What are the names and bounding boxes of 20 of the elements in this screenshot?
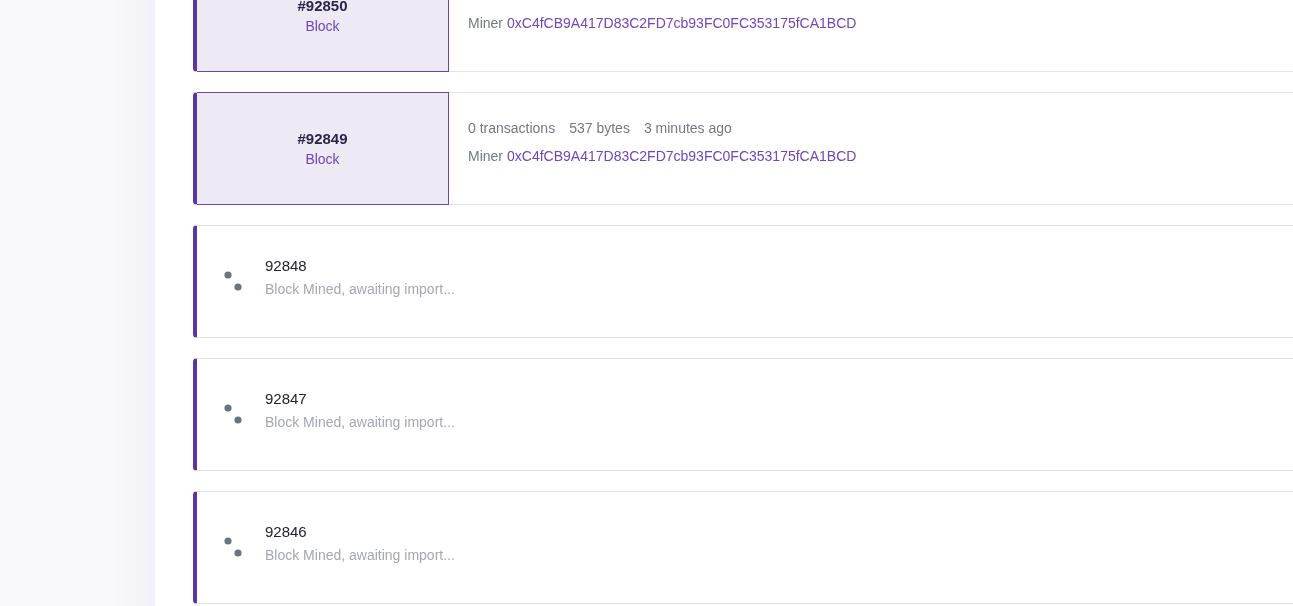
block-number: 92847 [265,389,308,409]
block-stat: 3 minutes ago [643,120,732,136]
block-stat: 0 transactions [468,120,556,136]
block-label: Block [305,150,340,169]
loading-spinner-icon [224,537,242,557]
block-number: 92846 [265,522,308,542]
block-status: Block Mined, awaiting import... [265,546,455,565]
block-label: Block [305,17,340,36]
block-stat: 537 bytes [569,120,630,136]
block-number: #92850 [297,0,348,16]
miner-address-link[interactable]: 0xC4fCB9A417D83C2FD7cb93FC0FC353175fCA1BCD [507,15,857,31]
block-number: #92849 [297,129,348,149]
miner-address-link[interactable]: 0xC4fCB9A417D83C2FD7cb93FC0FC353175fCA1BCD [507,148,857,164]
block-status: Block Mined, awaiting import... [265,413,455,432]
block-status: Block Mined, awaiting import... [265,280,455,299]
block-number: 92848 [265,256,308,276]
loading-spinner-icon [224,271,242,291]
loading-spinner-icon [224,404,242,424]
miner-label: Miner [468,15,503,31]
miner-label: Miner [468,148,503,164]
